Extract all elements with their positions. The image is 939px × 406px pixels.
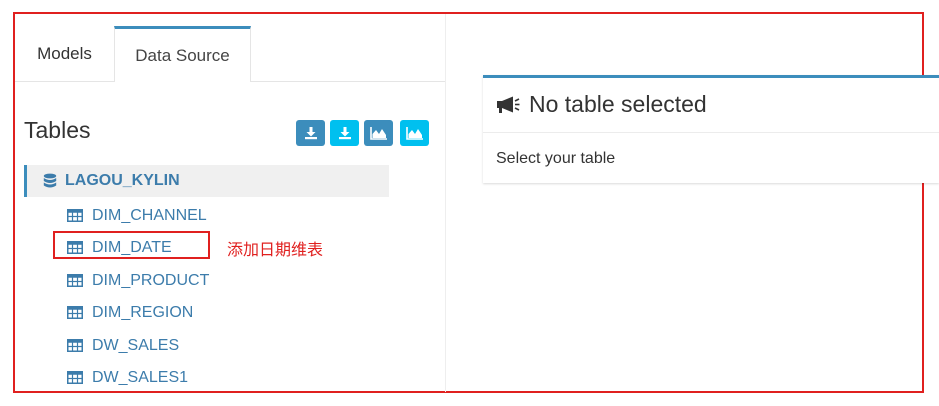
- detail-title: No table selected: [529, 91, 707, 117]
- table-name: DIM_PRODUCT: [92, 272, 210, 289]
- download-icon: [304, 127, 317, 140]
- annotation-note: 添加日期维表: [227, 242, 324, 259]
- load-hive-table-button[interactable]: [296, 120, 325, 146]
- tables-title: Tables: [24, 117, 91, 143]
- table-icon: [67, 371, 83, 384]
- load-table-tree-button[interactable]: [330, 120, 359, 146]
- download-icon: [338, 127, 351, 140]
- table-name: DIM_CHANNEL: [92, 207, 207, 224]
- table-name: DIM_REGION: [92, 304, 194, 321]
- table-icon: [67, 209, 83, 222]
- area-chart-icon: [369, 127, 387, 140]
- add-streaming-table-button[interactable]: [400, 120, 429, 146]
- table-name: DW_SALES1: [92, 369, 189, 386]
- area-chart-icon: [405, 127, 423, 140]
- highlight-box: [53, 231, 210, 259]
- table-icon: [67, 306, 83, 319]
- table-detail-box: No table selected Select your table: [483, 75, 939, 183]
- tab-bar: Models Data Source: [15, 26, 445, 82]
- table-icon: [67, 274, 83, 287]
- table-name: DW_SALES: [92, 337, 180, 354]
- tab-models[interactable]: Models: [15, 26, 114, 81]
- megaphone-icon: [497, 96, 520, 113]
- sample-stream-button[interactable]: [364, 120, 393, 146]
- tab-data-source[interactable]: Data Source: [114, 26, 251, 82]
- database-name: LAGOU_KYLIN: [65, 172, 180, 189]
- database-icon: [43, 173, 57, 188]
- database-row[interactable]: LAGOU_KYLIN: [24, 165, 389, 197]
- detail-body: Select your table: [496, 150, 616, 167]
- table-icon: [67, 339, 83, 352]
- table-detail-header: No table selected: [483, 78, 939, 133]
